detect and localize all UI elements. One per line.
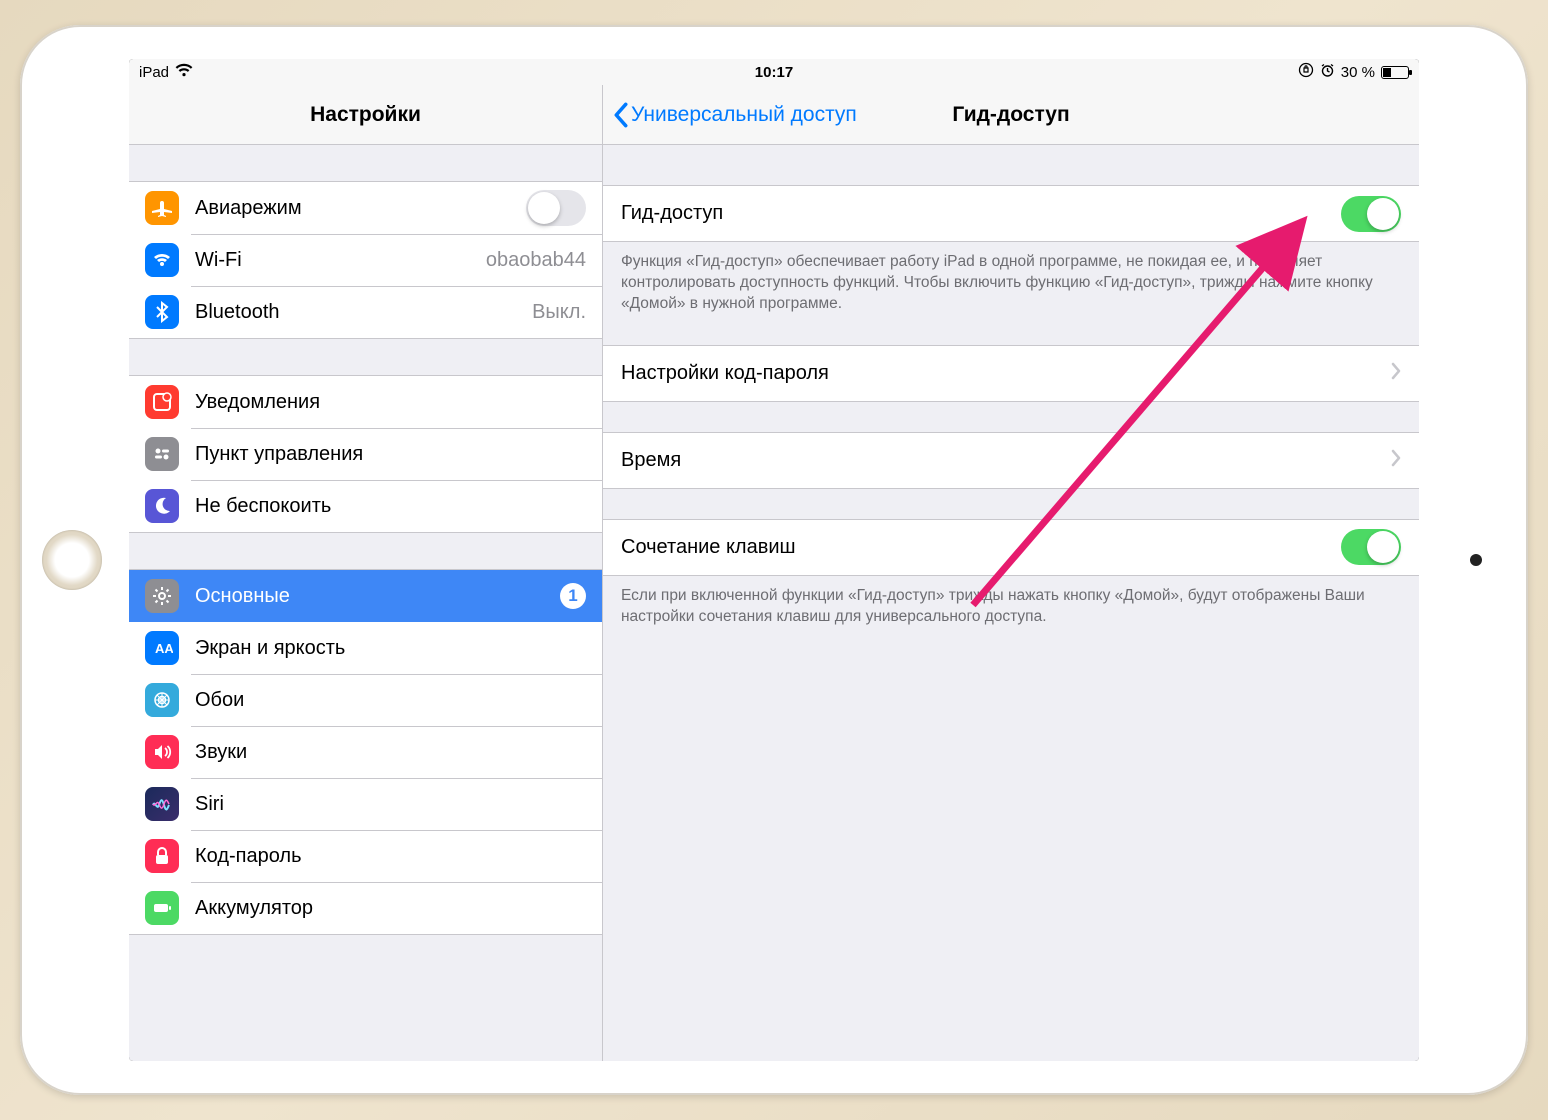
row-label: Сочетание клавиш: [621, 536, 1341, 559]
shortcut-switch[interactable]: [1341, 529, 1401, 565]
battery-icon: [1381, 66, 1409, 79]
sidebar-item-label: Обои: [195, 689, 586, 712]
sidebar-item-display[interactable]: AA Экран и яркость: [129, 622, 602, 674]
chevron-right-icon: [1391, 449, 1401, 472]
home-button[interactable]: [42, 530, 102, 590]
sidebar-item-label: Звуки: [195, 741, 586, 764]
sidebar-item-dnd[interactable]: Не беспокоить: [129, 480, 602, 532]
siri-icon: [145, 787, 179, 821]
sounds-icon: [145, 735, 179, 769]
guided-access-row[interactable]: Гид-доступ: [603, 186, 1419, 241]
lock-icon: [145, 839, 179, 873]
moon-icon: [145, 489, 179, 523]
bluetooth-value: Выкл.: [532, 301, 586, 324]
device-label: iPad: [139, 64, 169, 81]
back-button[interactable]: Универсальный доступ: [603, 102, 857, 128]
sidebar-item-general[interactable]: Основные 1: [129, 570, 602, 622]
row-label: Настройки код-пароля: [621, 362, 1391, 385]
guided-access-note: Функция «Гид-доступ» обеспечивает работу…: [603, 242, 1419, 315]
sidebar-item-label: Аккумулятор: [195, 897, 586, 920]
sidebar-item-wallpaper[interactable]: Обои: [129, 674, 602, 726]
sidebar-item-label: Уведомления: [195, 391, 586, 414]
sidebar-item-label: Wi-Fi: [195, 249, 486, 272]
detail-header: Универсальный доступ Гид-доступ: [603, 85, 1419, 145]
front-camera: [1470, 554, 1482, 566]
airplane-icon: [145, 191, 179, 225]
wifi-icon: [175, 63, 193, 81]
svg-text:AA: AA: [155, 641, 173, 656]
sidebar-item-label: Пункт управления: [195, 443, 586, 466]
update-badge: 1: [560, 583, 586, 609]
sidebar-item-battery[interactable]: Аккумулятор: [129, 882, 602, 934]
sidebar-item-label: Код-пароль: [195, 845, 586, 868]
sidebar-item-airplane[interactable]: Авиарежим: [129, 182, 602, 234]
clock: 10:17: [558, 64, 990, 81]
row-label: Гид-доступ: [621, 202, 1341, 225]
passcode-settings-row[interactable]: Настройки код-пароля: [603, 346, 1419, 401]
alarm-icon: [1320, 63, 1335, 82]
sidebar-item-notifications[interactable]: Уведомления: [129, 376, 602, 428]
display-icon: AA: [145, 631, 179, 665]
sidebar-item-label: Siri: [195, 793, 586, 816]
sidebar-item-control-center[interactable]: Пункт управления: [129, 428, 602, 480]
sidebar-item-sounds[interactable]: Звуки: [129, 726, 602, 778]
wifi-settings-icon: [145, 243, 179, 277]
wallpaper-icon: [145, 683, 179, 717]
sidebar-item-label: Не беспокоить: [195, 495, 586, 518]
sidebar-item-label: Авиарежим: [195, 197, 526, 220]
gear-icon: [145, 579, 179, 613]
back-label: Универсальный доступ: [631, 103, 857, 127]
ipad-frame: iPad 10:17 30 % Настройки: [20, 25, 1528, 1095]
row-label: Время: [621, 449, 1391, 472]
detail-pane: Универсальный доступ Гид-доступ Гид-дост…: [603, 85, 1419, 1061]
status-bar: iPad 10:17 30 %: [129, 59, 1419, 85]
settings-sidebar: Настройки Авиарежим: [129, 85, 603, 1061]
sidebar-item-label: Экран и яркость: [195, 637, 586, 660]
notifications-icon: [145, 385, 179, 419]
shortcut-note: Если при включенной функции «Гид-доступ»…: [603, 576, 1419, 628]
orientation-lock-icon: [1298, 62, 1314, 82]
sidebar-item-label: Bluetooth: [195, 301, 532, 324]
screen: iPad 10:17 30 % Настройки: [129, 59, 1419, 1061]
control-center-icon: [145, 437, 179, 471]
sidebar-title: Настройки: [129, 85, 602, 145]
battery-settings-icon: [145, 891, 179, 925]
sidebar-item-label: Основные: [195, 585, 560, 608]
sidebar-item-wifi[interactable]: Wi-Fi obaobab44: [129, 234, 602, 286]
guided-access-switch[interactable]: [1341, 196, 1401, 232]
time-row[interactable]: Время: [603, 433, 1419, 488]
battery-text: 30 %: [1341, 64, 1375, 81]
wifi-value: obaobab44: [486, 249, 586, 272]
sidebar-item-bluetooth[interactable]: Bluetooth Выкл.: [129, 286, 602, 338]
bluetooth-icon: [145, 295, 179, 329]
shortcut-row[interactable]: Сочетание клавиш: [603, 520, 1419, 575]
airplane-switch[interactable]: [526, 190, 586, 226]
sidebar-item-siri[interactable]: Siri: [129, 778, 602, 830]
chevron-right-icon: [1391, 362, 1401, 385]
sidebar-item-passcode[interactable]: Код-пароль: [129, 830, 602, 882]
